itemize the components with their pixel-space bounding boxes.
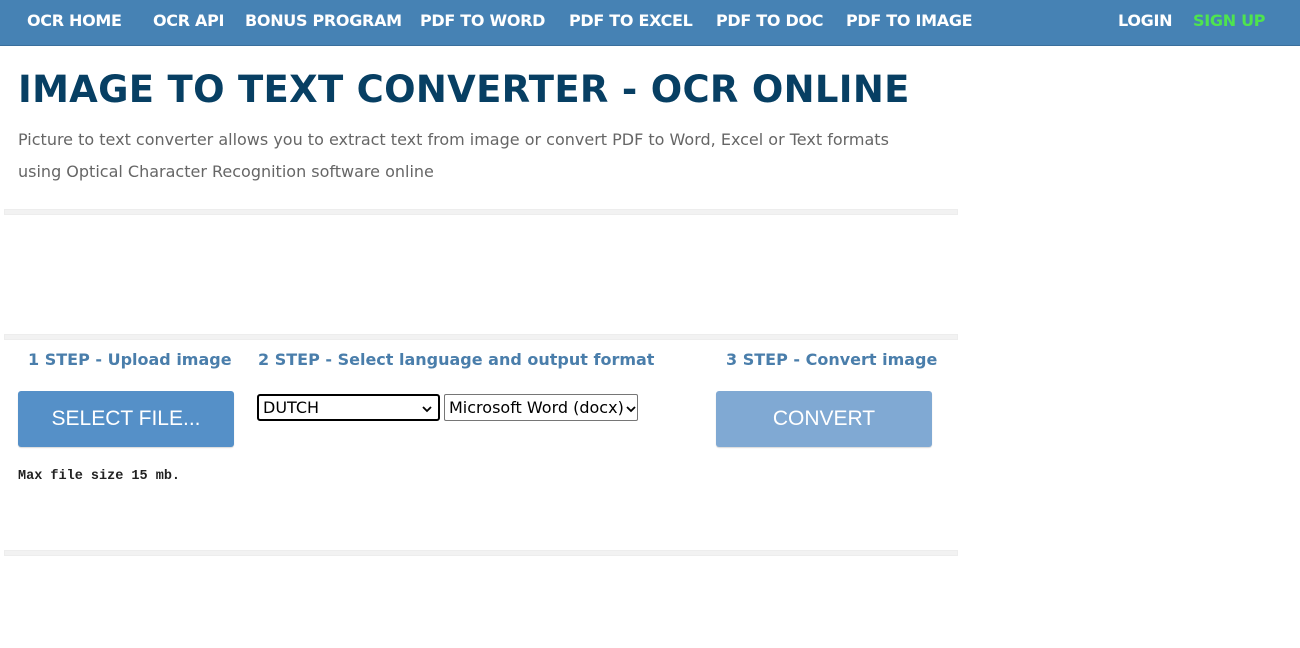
nav-pdf-to-doc[interactable]: PDF TO DOC [716, 11, 824, 30]
nav-ocr-home[interactable]: OCR HOME [27, 11, 122, 30]
language-select[interactable]: DUTCH [257, 394, 440, 421]
login-link[interactable]: LOGIN [1118, 11, 1173, 30]
chevron-down-icon [624, 401, 638, 415]
divider-middle [4, 334, 958, 340]
output-format-select-value: Microsoft Word (docx) [449, 398, 624, 417]
nav-pdf-to-image[interactable]: PDF TO IMAGE [846, 11, 973, 30]
output-format-select[interactable]: Microsoft Word (docx) [444, 394, 638, 421]
step1-label: 1 STEP - Upload image [28, 350, 232, 369]
top-navigation: OCR HOME OCR API BONUS PROGRAM PDF TO WO… [0, 0, 1300, 46]
page-title: IMAGE TO TEXT CONVERTER - OCR ONLINE [18, 68, 910, 111]
step2-label: 2 STEP - Select language and output form… [258, 350, 655, 369]
language-select-value: DUTCH [263, 398, 320, 417]
convert-button[interactable]: CONVERT [716, 391, 932, 447]
max-file-size-note: Max file size 15 mb. [18, 469, 181, 484]
divider-top [4, 209, 958, 215]
nav-pdf-to-excel[interactable]: PDF TO EXCEL [569, 11, 693, 30]
nav-pdf-to-word[interactable]: PDF TO WORD [420, 11, 545, 30]
page-subtitle: Picture to text converter allows you to … [18, 130, 889, 181]
signup-link[interactable]: SIGN UP [1193, 11, 1266, 30]
divider-bottom [4, 550, 958, 556]
step3-label: 3 STEP - Convert image [726, 350, 938, 369]
chevron-down-icon [420, 401, 434, 415]
nav-bonus-program[interactable]: BONUS PROGRAM [245, 11, 402, 30]
select-file-button[interactable]: SELECT FILE... [18, 391, 234, 447]
nav-ocr-api[interactable]: OCR API [153, 11, 225, 30]
